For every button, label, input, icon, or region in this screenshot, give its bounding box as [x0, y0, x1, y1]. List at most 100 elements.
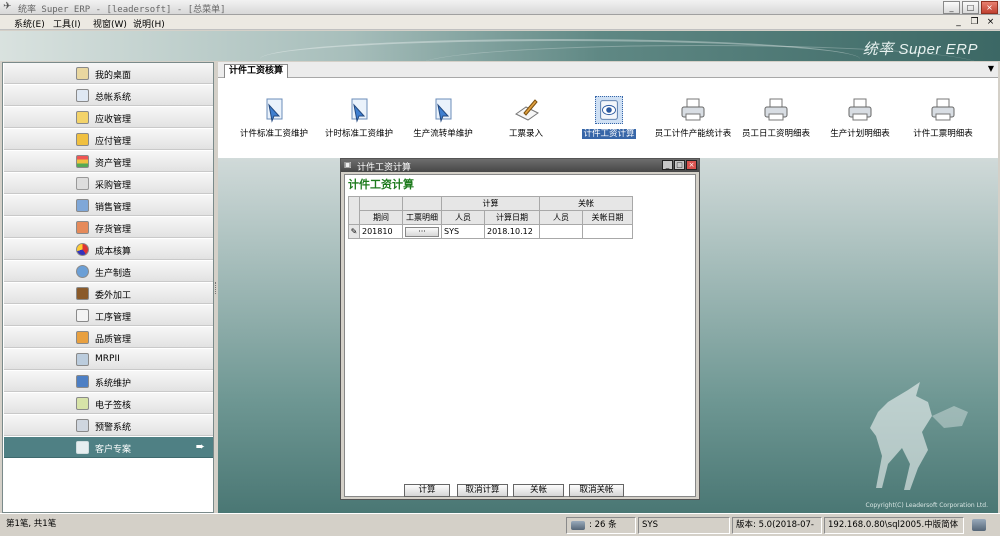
sidebar-item-label: 总帐系统 [95, 93, 132, 103]
column-header[interactable]: 人员 [539, 210, 583, 225]
child-window-body: 计件工资计算 计算 关帐 期间 工票明细 人员 计算日期 人员 关帐日期 ✎ 2… [344, 174, 696, 497]
copyright-text: Copyright(C) Leadersoft Corporation Ltd. [865, 502, 989, 509]
column-header[interactable]: 关帐日期 [582, 210, 633, 225]
sidebar-item-label: 应付管理 [95, 137, 132, 147]
maximize-button[interactable]: □ [962, 1, 979, 14]
sidebar-item-mrp[interactable]: MRPII [4, 349, 213, 370]
tab-piece-wage[interactable]: 计件工资核算 [224, 64, 288, 78]
tool-piece-wage-calc[interactable]: 计件工资计算 [567, 96, 651, 156]
status-server: 192.168.0.80\sql2005.中版简体 [824, 517, 964, 534]
sidebar-item-payables[interactable]: 应付管理 [4, 129, 213, 150]
menu-system[interactable]: 系统(E) [14, 17, 45, 30]
sidebar-item-label: 采购管理 [95, 181, 132, 191]
sidebar-item-label: 销售管理 [95, 203, 132, 213]
column-header[interactable]: 计算日期 [484, 210, 540, 225]
sidebar-item-assets[interactable]: 资产管理 [4, 151, 213, 172]
column-header[interactable]: 人员 [441, 210, 485, 225]
sidebar-item-alert-system[interactable]: 预警系统 [4, 415, 213, 436]
menu-help[interactable]: 说明(H) [133, 17, 165, 30]
menu-tools[interactable]: 工具(I) [53, 17, 81, 30]
alert-icon [76, 419, 89, 432]
sidebar-item-cost-accounting[interactable]: 成本核算 [4, 239, 213, 260]
sidebar-item-system-maintenance[interactable]: 系统维护 [4, 371, 213, 392]
sidebar-item-label: 电子签核 [95, 401, 132, 411]
ticket-detail-button[interactable]: ··· [405, 226, 439, 237]
tool-production-transfer[interactable]: 生产流转单维护 [401, 96, 485, 156]
tool-production-plan-report[interactable]: 生产计划明细表 [818, 96, 902, 156]
mdi-close-button[interactable]: × [984, 16, 997, 28]
tool-hourly-standard-wage[interactable]: 计时标准工资维护 [317, 96, 401, 156]
calculate-button[interactable]: 计算 [404, 484, 450, 497]
menu-bar: 系统(E) 工具(I) 视窗(W) 说明(H) _ ❐ × [0, 15, 1000, 30]
gear-icon [76, 265, 89, 278]
cart-icon [76, 177, 89, 190]
close-button[interactable]: × [981, 1, 998, 14]
asset-icon [76, 155, 89, 168]
table-row[interactable]: ✎ 201810 ··· SYS 2018.10.12 [348, 224, 633, 239]
quality-icon [76, 331, 89, 344]
tool-employee-daily-wage-report[interactable]: 员工日工资明细表 [734, 96, 818, 156]
sidebar-item-e-signoff[interactable]: 电子签核 [4, 393, 213, 414]
cell-calc-date[interactable]: 2018.10.12 [484, 224, 540, 239]
sidebar-item-my-desktop[interactable]: 我的桌面 [4, 63, 213, 84]
cell-calc-user[interactable]: SYS [441, 224, 485, 239]
window-title: 统率 Super ERP - [leadersoft] - [总菜单] [18, 5, 226, 15]
printer-icon [681, 98, 705, 121]
sidebar-item-general-ledger[interactable]: 总帐系统 [4, 85, 213, 106]
minimize-button[interactable]: _ [943, 1, 960, 14]
tool-piece-standard-wage[interactable]: 计件标准工资维护 [232, 96, 316, 156]
cell-period[interactable]: 201810 [359, 224, 403, 239]
sidebar-item-manufacturing[interactable]: 生产制造 [4, 261, 213, 282]
cursor-doc-icon [351, 98, 368, 123]
status-user: SYS [638, 517, 730, 534]
sidebar-item-sales[interactable]: 销售管理 [4, 195, 213, 216]
child-minimize-button[interactable]: _ [662, 160, 673, 170]
mdi-minimize-button[interactable]: _ [952, 16, 965, 28]
sidebar-item-label: 资产管理 [95, 159, 132, 169]
child-window-titlebar[interactable]: ▣ 计件工资计算 _ □ × [341, 159, 699, 173]
child-close-button[interactable]: × [686, 160, 697, 170]
tab-strip: 计件工资核算 ▼ [218, 62, 998, 78]
sidebar-item-customer-project[interactable]: 客户专案 ➨ [4, 437, 213, 458]
app-logo-icon: ✈ [3, 1, 12, 12]
title-bar: ✈ 统率 Super ERP - [leadersoft] - [总菜单] _ … [0, 0, 1000, 15]
tool-piece-ticket-report[interactable]: 计件工票明细表 [901, 96, 985, 156]
status-version: 版本: 5.0(2018-07- [732, 517, 822, 534]
status-record-count: 第1笔, 共1笔 [6, 519, 57, 529]
child-maximize-button[interactable]: □ [674, 160, 685, 170]
sidebar-item-purchasing[interactable]: 采购管理 [4, 173, 213, 194]
printer-icon [848, 98, 872, 121]
status-item-count: : 26 条 [566, 517, 636, 534]
column-header[interactable]: 期间 [359, 210, 403, 225]
group-header-calc: 计算 [441, 196, 540, 211]
sidebar-item-label: 系统维护 [95, 379, 132, 389]
sidebar-item-inventory[interactable]: 存货管理 [4, 217, 213, 238]
tab-dropdown-icon[interactable]: ▼ [988, 64, 994, 73]
brand-logo: 统率 Super ERP [862, 41, 978, 58]
tool-employee-capacity-report[interactable]: 员工计件产能统计表 [651, 96, 735, 156]
close-books-button[interactable]: 关帐 [513, 484, 564, 497]
menu-window[interactable]: 视窗(W) [93, 17, 127, 30]
column-header[interactable]: 工票明细 [402, 210, 442, 225]
sidebar-item-label: 工序管理 [95, 313, 132, 323]
sidebar-item-label: 存货管理 [95, 225, 132, 235]
sidebar-item-receivables[interactable]: 应收管理 [4, 107, 213, 128]
ledger-icon [76, 89, 89, 102]
piece-wage-calc-window: ▣ 计件工资计算 _ □ × 计件工资计算 计算 关帐 期间 工票明细 人员 计… [340, 158, 700, 500]
tool-ticket-entry[interactable]: 工票录入 [484, 96, 568, 156]
banner: 统率 Super ERP [0, 31, 1000, 61]
printer-icon [764, 98, 788, 121]
cancel-close-books-button[interactable]: 取消关帐 [569, 484, 624, 497]
status-network-icon[interactable] [966, 517, 996, 534]
desktop-icon [76, 67, 89, 80]
sidebar-item-quality[interactable]: 品质管理 [4, 327, 213, 348]
cell-close-date[interactable] [582, 224, 633, 239]
cell-close-user[interactable] [539, 224, 583, 239]
wage-calc-table: 计算 关帐 期间 工票明细 人员 计算日期 人员 关帐日期 ✎ 201810 ·… [348, 196, 633, 239]
mdi-restore-button[interactable]: ❐ [968, 16, 981, 28]
arrow-right-icon: ➨ [195, 440, 205, 453]
briefcase-icon [76, 287, 89, 300]
cancel-calculate-button[interactable]: 取消计算 [457, 484, 508, 497]
sidebar-item-process-management[interactable]: 工序管理 [4, 305, 213, 326]
sidebar-item-outsourcing[interactable]: 委外加工 [4, 283, 213, 304]
